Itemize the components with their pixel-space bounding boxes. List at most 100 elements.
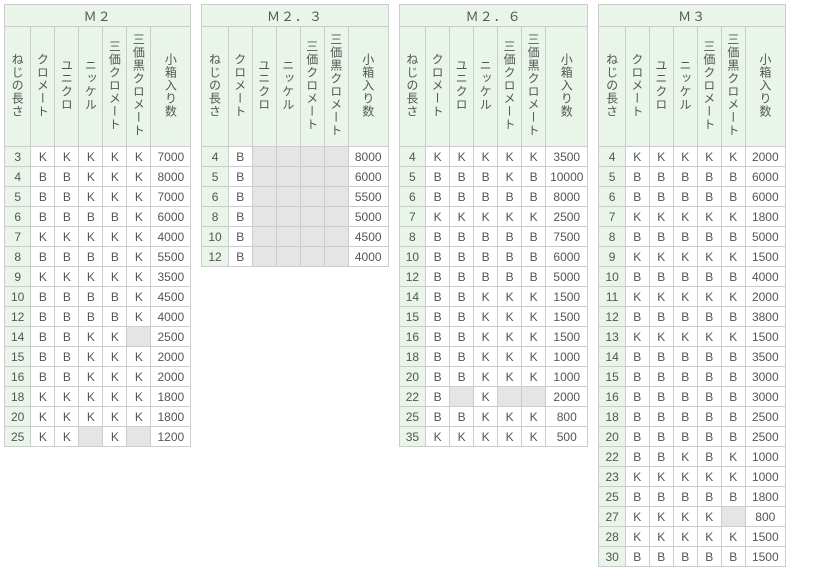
qty-cell: 4000	[151, 307, 191, 327]
qty-cell: 2000	[546, 387, 588, 407]
value-cell: K	[522, 287, 546, 307]
table-row: 7KKKKK2500	[399, 207, 588, 227]
row-length: 8	[399, 227, 425, 247]
spec-table-1: Ｍ２．３ねじの長さクロメートユニクロニッケル三価クロメート三価黒クロメート小箱入…	[201, 4, 388, 267]
column-header: 三価クロメート	[697, 27, 721, 147]
row-length: 3	[5, 147, 31, 167]
value-cell: K	[649, 467, 673, 487]
row-length: 7	[5, 227, 31, 247]
value-cell: B	[103, 207, 127, 227]
value-cell: K	[127, 187, 151, 207]
value-cell: B	[522, 187, 546, 207]
column-header: 三価クロメート	[300, 27, 324, 147]
row-length: 4	[399, 147, 425, 167]
qty-cell: 5000	[546, 267, 588, 287]
value-cell: B	[228, 227, 252, 247]
qty-cell: 1500	[745, 247, 785, 267]
value-cell: K	[127, 367, 151, 387]
value-cell: K	[79, 327, 103, 347]
row-length: 25	[599, 487, 625, 507]
value-cell: B	[649, 347, 673, 367]
value-cell: K	[127, 167, 151, 187]
value-cell: K	[649, 287, 673, 307]
qty-cell: 4000	[151, 227, 191, 247]
value-cell: K	[31, 267, 55, 287]
row-length: 6	[399, 187, 425, 207]
qty-cell: 6000	[151, 207, 191, 227]
value-cell: B	[426, 367, 450, 387]
table-row: 12BBBBB3800	[599, 307, 785, 327]
qty-cell: 3500	[546, 147, 588, 167]
value-cell: B	[79, 207, 103, 227]
qty-cell: 1200	[151, 427, 191, 447]
value-cell: K	[649, 507, 673, 527]
value-cell: B	[673, 347, 697, 367]
value-cell: B	[673, 167, 697, 187]
value-cell: B	[103, 287, 127, 307]
table-row: 15BBBBB3000	[599, 367, 785, 387]
row-length: 20	[399, 367, 425, 387]
value-cell: B	[55, 207, 79, 227]
qty-cell: 4500	[151, 287, 191, 307]
qty-cell: 1000	[546, 367, 588, 387]
value-cell: K	[127, 207, 151, 227]
value-cell	[276, 247, 300, 267]
value-cell: B	[649, 387, 673, 407]
value-cell: K	[103, 327, 127, 347]
row-length: 14	[5, 327, 31, 347]
value-cell: B	[474, 167, 498, 187]
value-cell: B	[498, 267, 522, 287]
table-row: 4BBKKK8000	[5, 167, 191, 187]
column-header-text: ユニクロ	[453, 59, 470, 111]
table-title: Ｍ２．６	[399, 5, 588, 27]
table-row: 27KKKK800	[599, 507, 785, 527]
qty-cell: 1000	[745, 447, 785, 467]
column-header: クロメート	[426, 27, 450, 147]
value-cell: K	[474, 347, 498, 367]
value-cell	[127, 427, 151, 447]
value-cell	[324, 147, 348, 167]
value-cell: B	[649, 367, 673, 387]
value-cell: B	[625, 167, 649, 187]
table-row: 10B4500	[202, 227, 388, 247]
value-cell: K	[697, 207, 721, 227]
row-length: 6	[5, 207, 31, 227]
qty-cell: 5500	[348, 187, 388, 207]
value-cell: B	[55, 287, 79, 307]
value-cell: B	[31, 167, 55, 187]
value-cell: K	[31, 427, 55, 447]
qty-cell: 7000	[151, 187, 191, 207]
column-header: 三価黒クロメート	[721, 27, 745, 147]
value-cell: B	[721, 427, 745, 447]
row-length: 35	[399, 427, 425, 447]
value-cell: K	[79, 227, 103, 247]
value-cell: K	[522, 307, 546, 327]
value-cell: K	[721, 287, 745, 307]
row-length: 7	[599, 207, 625, 227]
qty-cell: 8000	[151, 167, 191, 187]
qty-cell: 3500	[151, 267, 191, 287]
value-cell: B	[649, 407, 673, 427]
value-cell: K	[127, 347, 151, 367]
value-cell: B	[474, 247, 498, 267]
column-header-text: ねじの長さ	[604, 53, 621, 118]
table-row: 22BK2000	[399, 387, 588, 407]
column-header-text: クロメート	[232, 53, 249, 118]
row-length: 14	[599, 347, 625, 367]
value-cell: B	[31, 187, 55, 207]
row-length: 6	[599, 187, 625, 207]
qty-cell: 8000	[546, 187, 588, 207]
value-cell	[498, 387, 522, 407]
value-cell: B	[673, 367, 697, 387]
qty-cell: 3000	[745, 387, 785, 407]
value-cell: B	[697, 547, 721, 567]
value-cell: K	[426, 207, 450, 227]
value-cell: K	[55, 387, 79, 407]
value-cell: K	[103, 367, 127, 387]
table-row: 5BBBBB6000	[599, 167, 785, 187]
value-cell: K	[55, 227, 79, 247]
column-header: 三価クロメート	[498, 27, 522, 147]
value-cell: K	[103, 227, 127, 247]
value-cell: B	[721, 267, 745, 287]
value-cell: B	[450, 307, 474, 327]
